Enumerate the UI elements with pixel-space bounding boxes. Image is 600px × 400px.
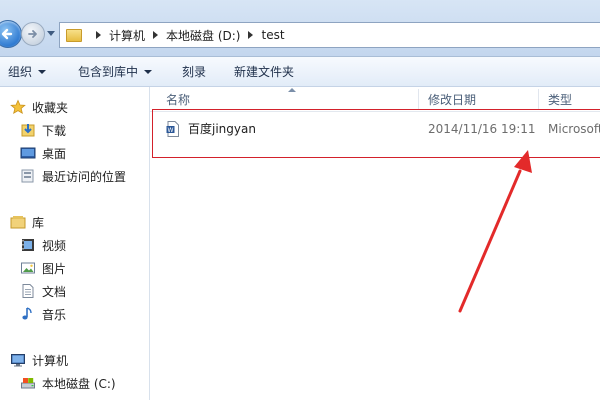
column-header-type[interactable]: 类型 <box>548 87 572 111</box>
include-in-library-label: 包含到库中 <box>78 65 139 79</box>
breadcrumb-drive-d[interactable]: 本地磁盘 (D:) <box>166 27 240 44</box>
command-bar: 组织 包含到库中 刻录 新建文件夹 <box>0 57 600 87</box>
computer-icon <box>10 352 26 368</box>
recent-places-icon <box>20 168 36 184</box>
sidebar-item-label: 视频 <box>42 238 67 253</box>
music-icon <box>20 306 36 322</box>
address-toolbar: 计算机 本地磁盘 (D:) test <box>0 0 600 57</box>
forward-arrow-icon <box>28 30 37 38</box>
sidebar-item-label: 下载 <box>42 123 67 138</box>
sidebar-item-music[interactable]: 音乐 <box>20 304 66 324</box>
breadcrumb-chevron-icon[interactable] <box>96 31 101 39</box>
sidebar-item-libraries[interactable]: 库 <box>10 212 44 232</box>
column-header-name[interactable]: 名称 <box>166 87 190 111</box>
breadcrumb-chevron-icon[interactable] <box>248 31 254 39</box>
sidebar-item-documents[interactable]: 文档 <box>20 281 66 301</box>
sort-ascending-icon <box>288 88 296 92</box>
video-icon <box>20 237 36 253</box>
new-folder-button[interactable]: 新建文件夹 <box>226 57 302 86</box>
breadcrumb-test[interactable]: test <box>261 28 284 42</box>
chevron-down-icon <box>38 69 47 74</box>
sidebar-item-label: 文档 <box>42 284 67 299</box>
chevron-down-icon <box>144 69 153 74</box>
navigation-pane: 收藏夹 下载 桌面 最近访问的位置 库 视频 图片 文档 音乐 计算机 本地磁盘… <box>0 87 150 400</box>
back-button[interactable] <box>0 20 22 48</box>
sidebar-item-downloads[interactable]: 下载 <box>20 120 66 140</box>
sidebar-item-label: 桌面 <box>42 146 67 161</box>
sidebar-item-videos[interactable]: 视频 <box>20 235 66 255</box>
column-header-modified[interactable]: 修改日期 <box>428 87 476 111</box>
sidebar-item-computer[interactable]: 计算机 <box>10 350 68 370</box>
star-icon <box>10 99 26 115</box>
picture-icon <box>20 260 36 276</box>
sidebar-item-favorites[interactable]: 收藏夹 <box>10 97 68 117</box>
folder-icon <box>66 28 82 42</box>
sidebar-item-label: 库 <box>32 215 45 230</box>
organize-button[interactable]: 组织 <box>0 57 54 86</box>
annotation-highlight-box <box>152 109 600 158</box>
forward-button[interactable] <box>21 22 45 46</box>
new-folder-label: 新建文件夹 <box>234 65 295 79</box>
column-divider[interactable] <box>538 89 539 109</box>
breadcrumb-computer[interactable]: 计算机 <box>109 27 145 44</box>
library-icon <box>10 214 26 230</box>
breadcrumb-chevron-icon[interactable] <box>153 31 159 39</box>
desktop-icon <box>20 145 36 161</box>
sidebar-item-pictures[interactable]: 图片 <box>20 258 66 278</box>
column-divider[interactable] <box>418 89 419 109</box>
sidebar-item-label: 本地磁盘 (C:) <box>42 376 116 391</box>
burn-label: 刻录 <box>182 65 207 79</box>
sidebar-item-local-disk-c[interactable]: 本地磁盘 (C:) <box>20 373 116 393</box>
recent-locations-dropdown[interactable] <box>47 31 55 36</box>
organize-label: 组织 <box>8 65 33 79</box>
sidebar-item-label: 音乐 <box>42 307 67 322</box>
include-in-library-button[interactable]: 包含到库中 <box>70 57 160 86</box>
document-icon <box>20 283 36 299</box>
sidebar-item-label: 收藏夹 <box>32 100 69 115</box>
sidebar-item-label: 图片 <box>42 261 67 276</box>
drive-icon <box>20 375 36 391</box>
sidebar-item-label: 计算机 <box>32 353 69 368</box>
sidebar-item-desktop[interactable]: 桌面 <box>20 143 66 163</box>
sidebar-item-recent-places[interactable]: 最近访问的位置 <box>20 166 126 186</box>
download-icon <box>20 122 36 138</box>
burn-button[interactable]: 刻录 <box>174 57 214 86</box>
address-bar[interactable]: 计算机 本地磁盘 (D:) test <box>59 22 600 48</box>
back-arrow-icon <box>1 28 13 40</box>
sidebar-item-label: 最近访问的位置 <box>42 169 127 184</box>
